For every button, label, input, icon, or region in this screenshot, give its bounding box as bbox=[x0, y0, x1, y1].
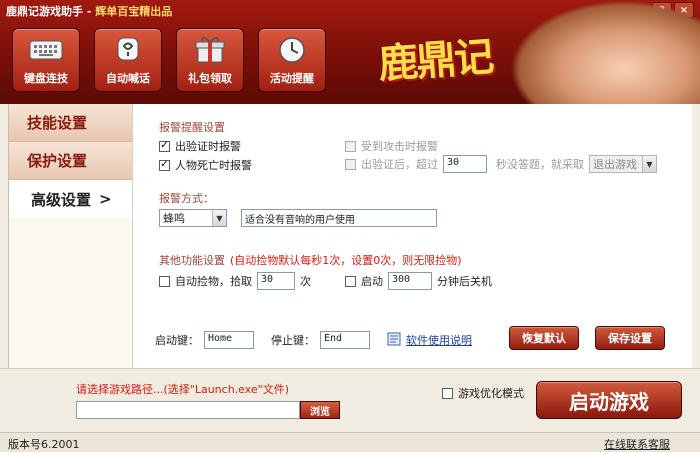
alarm-mode-description: 适合没有音响的用户使用 bbox=[241, 209, 437, 227]
start-game-button[interactable]: 启动游戏 bbox=[536, 381, 682, 419]
other-section-header: 其他功能设置 (自动捡物默认每秒1次，设置0次，则无限捡物) bbox=[159, 252, 462, 268]
after-verify-suffix: 秒没答题，就采取 bbox=[496, 158, 584, 171]
game-path-row: 浏览 bbox=[76, 401, 340, 419]
window-subtitle: 辉单百宝精出品 bbox=[95, 5, 173, 18]
shutdown-label: 启动 bbox=[361, 275, 383, 288]
attacked-alarm-option[interactable]: 受到攻击时报警 bbox=[345, 138, 438, 154]
verify-alarm-checkbox[interactable]: ✓ bbox=[159, 140, 170, 152]
hotkey-row: 启动键： Home 停止键： End 软件使用说明 bbox=[155, 331, 472, 349]
sidebar-item-label: 技能设置 bbox=[27, 114, 88, 132]
auto-shout-button[interactable]: 自动喊话 bbox=[94, 28, 162, 92]
sidebar-item-protect-settings[interactable]: 保护设置 bbox=[9, 142, 132, 180]
optimize-mode-checkbox[interactable] bbox=[442, 387, 453, 399]
death-alarm-checkbox[interactable]: ✓ bbox=[159, 159, 170, 171]
clock-icon bbox=[275, 36, 309, 64]
sidebar-item-label: 保护设置 bbox=[27, 152, 88, 170]
restore-default-button[interactable]: 恢复默认 bbox=[509, 326, 579, 350]
shutdown-label-suffix: 分钟后关机 bbox=[437, 275, 492, 288]
toolbar: 键盘连技 自动喊话 礼包领取 活动提醒 bbox=[12, 28, 326, 92]
game-banner: 鹿鼎记 bbox=[370, 0, 700, 104]
chevron-down-icon: ▼ bbox=[212, 210, 226, 226]
game-path-hint: 请选择游戏路径...(选择"Launch.exe"文件) bbox=[76, 383, 290, 396]
verify-alarm-option[interactable]: ✓ 出验证时报警 bbox=[159, 138, 241, 154]
header: 鹿鼎记游戏助手 - 辉单百宝精出品 ? × 键盘连技 自动喊话 礼包领取 bbox=[0, 0, 700, 104]
window-title-text: 鹿鼎记游戏助手 - bbox=[6, 5, 96, 18]
optimize-mode-label: 游戏优化模式 bbox=[458, 387, 524, 400]
sidebar-item-advanced-settings[interactable]: 高级设置 > bbox=[9, 180, 132, 218]
alarm-mode-title: 报警方式： bbox=[159, 192, 214, 205]
alarm-mode-value: 蜂鸣 bbox=[163, 212, 185, 225]
after-verify-label: 出验证后，超过 bbox=[361, 158, 438, 171]
shutdown-checkbox[interactable] bbox=[345, 275, 356, 287]
sidebar-item-label: 高级设置 bbox=[31, 190, 92, 209]
character-art bbox=[510, 0, 700, 104]
keyboard-icon bbox=[29, 36, 63, 64]
keyboard-combo-button[interactable]: 键盘连技 bbox=[12, 28, 80, 92]
window-title: 鹿鼎记游戏助手 - 辉单百宝精出品 bbox=[6, 3, 172, 19]
optimize-mode-option[interactable]: 游戏优化模式 bbox=[442, 385, 524, 401]
browse-button[interactable]: 浏览 bbox=[300, 401, 340, 419]
chevron-down-icon: ▼ bbox=[642, 156, 656, 172]
pickup-count-unit: 次 bbox=[300, 275, 311, 288]
shutdown-minutes-input[interactable]: 300 bbox=[388, 272, 432, 290]
other-section-title: 其他功能设置 bbox=[159, 254, 225, 267]
alarm-section-title: 报警提醒设置 bbox=[159, 121, 225, 134]
auto-pickup-label: 自动捡物，拾取 bbox=[175, 275, 252, 288]
pickup-note: (自动捡物默认每秒1次，设置0次，则无限捡物) bbox=[230, 254, 462, 267]
alarm-mode-select[interactable]: 蜂鸣 ▼ bbox=[159, 209, 227, 227]
launch-bar: 请选择游戏路径...(选择"Launch.exe"文件) 浏览 游戏优化模式 启… bbox=[0, 368, 700, 432]
help-doc-icon bbox=[387, 332, 401, 349]
start-key-input[interactable]: Home bbox=[204, 331, 254, 349]
game-logo: 鹿鼎记 bbox=[376, 33, 494, 88]
gift-icon bbox=[193, 36, 227, 64]
chevron-right-icon: > bbox=[99, 190, 112, 208]
advanced-settings-panel: 报警提醒设置 ✓ 出验证时报警 ✓ 人物死亡时报警 受到攻击时报警 出验证后，超… bbox=[132, 104, 692, 368]
toolbar-label: 键盘连技 bbox=[24, 72, 68, 85]
death-alarm-option[interactable]: ✓ 人物死亡时报警 bbox=[159, 157, 252, 173]
speech-icon bbox=[111, 36, 145, 64]
auto-pickup-checkbox[interactable] bbox=[159, 275, 170, 287]
toolbar-label: 活动提醒 bbox=[270, 72, 314, 85]
stop-key-label: 停止键： bbox=[271, 334, 315, 347]
gift-claim-button[interactable]: 礼包领取 bbox=[176, 28, 244, 92]
event-reminder-button[interactable]: 活动提醒 bbox=[258, 28, 326, 92]
online-support-link[interactable]: 在线联系客服 bbox=[604, 436, 670, 452]
answer-timeout-input[interactable]: 30 bbox=[443, 155, 487, 173]
death-alarm-label: 人物死亡时报警 bbox=[175, 159, 252, 172]
verify-alarm-label: 出验证时报警 bbox=[175, 140, 241, 153]
help-link[interactable]: 软件使用说明 bbox=[406, 332, 472, 348]
pickup-count-input[interactable]: 30 bbox=[257, 272, 295, 290]
shutdown-option: 启动 300 分钟后关机 bbox=[345, 272, 492, 290]
attacked-alarm-label: 受到攻击时报警 bbox=[361, 140, 438, 153]
verify-action-select[interactable]: 退出游戏 ▼ bbox=[589, 155, 657, 173]
toolbar-label: 礼包领取 bbox=[188, 72, 232, 85]
status-bar: 版本号6.2001 在线联系客服 bbox=[0, 432, 700, 452]
stop-key-input[interactable]: End bbox=[320, 331, 370, 349]
game-path-input[interactable] bbox=[76, 401, 300, 419]
version-label: 版本号6.2001 bbox=[8, 438, 80, 451]
start-key-label: 启动键： bbox=[155, 334, 199, 347]
sidebar-item-skill-settings[interactable]: 技能设置 bbox=[9, 104, 132, 142]
save-settings-button[interactable]: 保存设置 bbox=[595, 326, 665, 350]
attacked-alarm-checkbox[interactable] bbox=[345, 140, 356, 152]
verify-action-value: 退出游戏 bbox=[593, 158, 637, 171]
toolbar-label: 自动喊话 bbox=[106, 72, 150, 85]
auto-pickup-option: 自动捡物，拾取 30 次 bbox=[159, 272, 311, 290]
sidebar: 技能设置 保护设置 高级设置 > bbox=[8, 104, 132, 368]
after-verify-checkbox[interactable] bbox=[345, 158, 356, 170]
after-verify-option: 出验证后，超过 30 秒没答题，就采取 退出游戏 ▼ bbox=[345, 155, 657, 173]
